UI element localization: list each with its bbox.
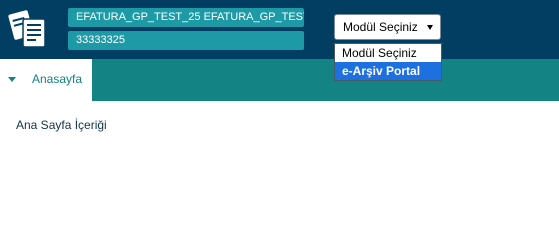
company-name-badge: EFATURA_GP_TEST_25 EFATURA_GP_TEST_25 [68,8,304,27]
module-dropdown-list: Modül Seçiniz e-Arşiv Portal [334,43,442,81]
page: EFATURA_GP_TEST_25 EFATURA_GP_TEST_25 33… [0,0,559,251]
dropdown-arrow-icon [427,25,433,30]
header-bar: EFATURA_GP_TEST_25 EFATURA_GP_TEST_25 33… [0,0,559,59]
tax-number-badge: 33333325 [68,31,304,50]
module-select[interactable]: Modül Seçiniz [334,14,441,40]
nav-bar: Anasayfa [0,59,559,101]
home-content-text: Ana Sayfa İçeriği [16,118,107,132]
module-option-moduel-seciniz[interactable]: Modül Seçiniz [335,44,441,62]
caret-down-icon [8,77,16,82]
documents-icon [8,10,46,48]
tab-anasayfa[interactable]: Anasayfa [0,59,92,101]
module-option-e-arsiv-portal[interactable]: e-Arşiv Portal [335,62,441,80]
module-select-value: Modül Seçiniz [343,20,418,34]
tab-anasayfa-label: Anasayfa [32,72,83,86]
